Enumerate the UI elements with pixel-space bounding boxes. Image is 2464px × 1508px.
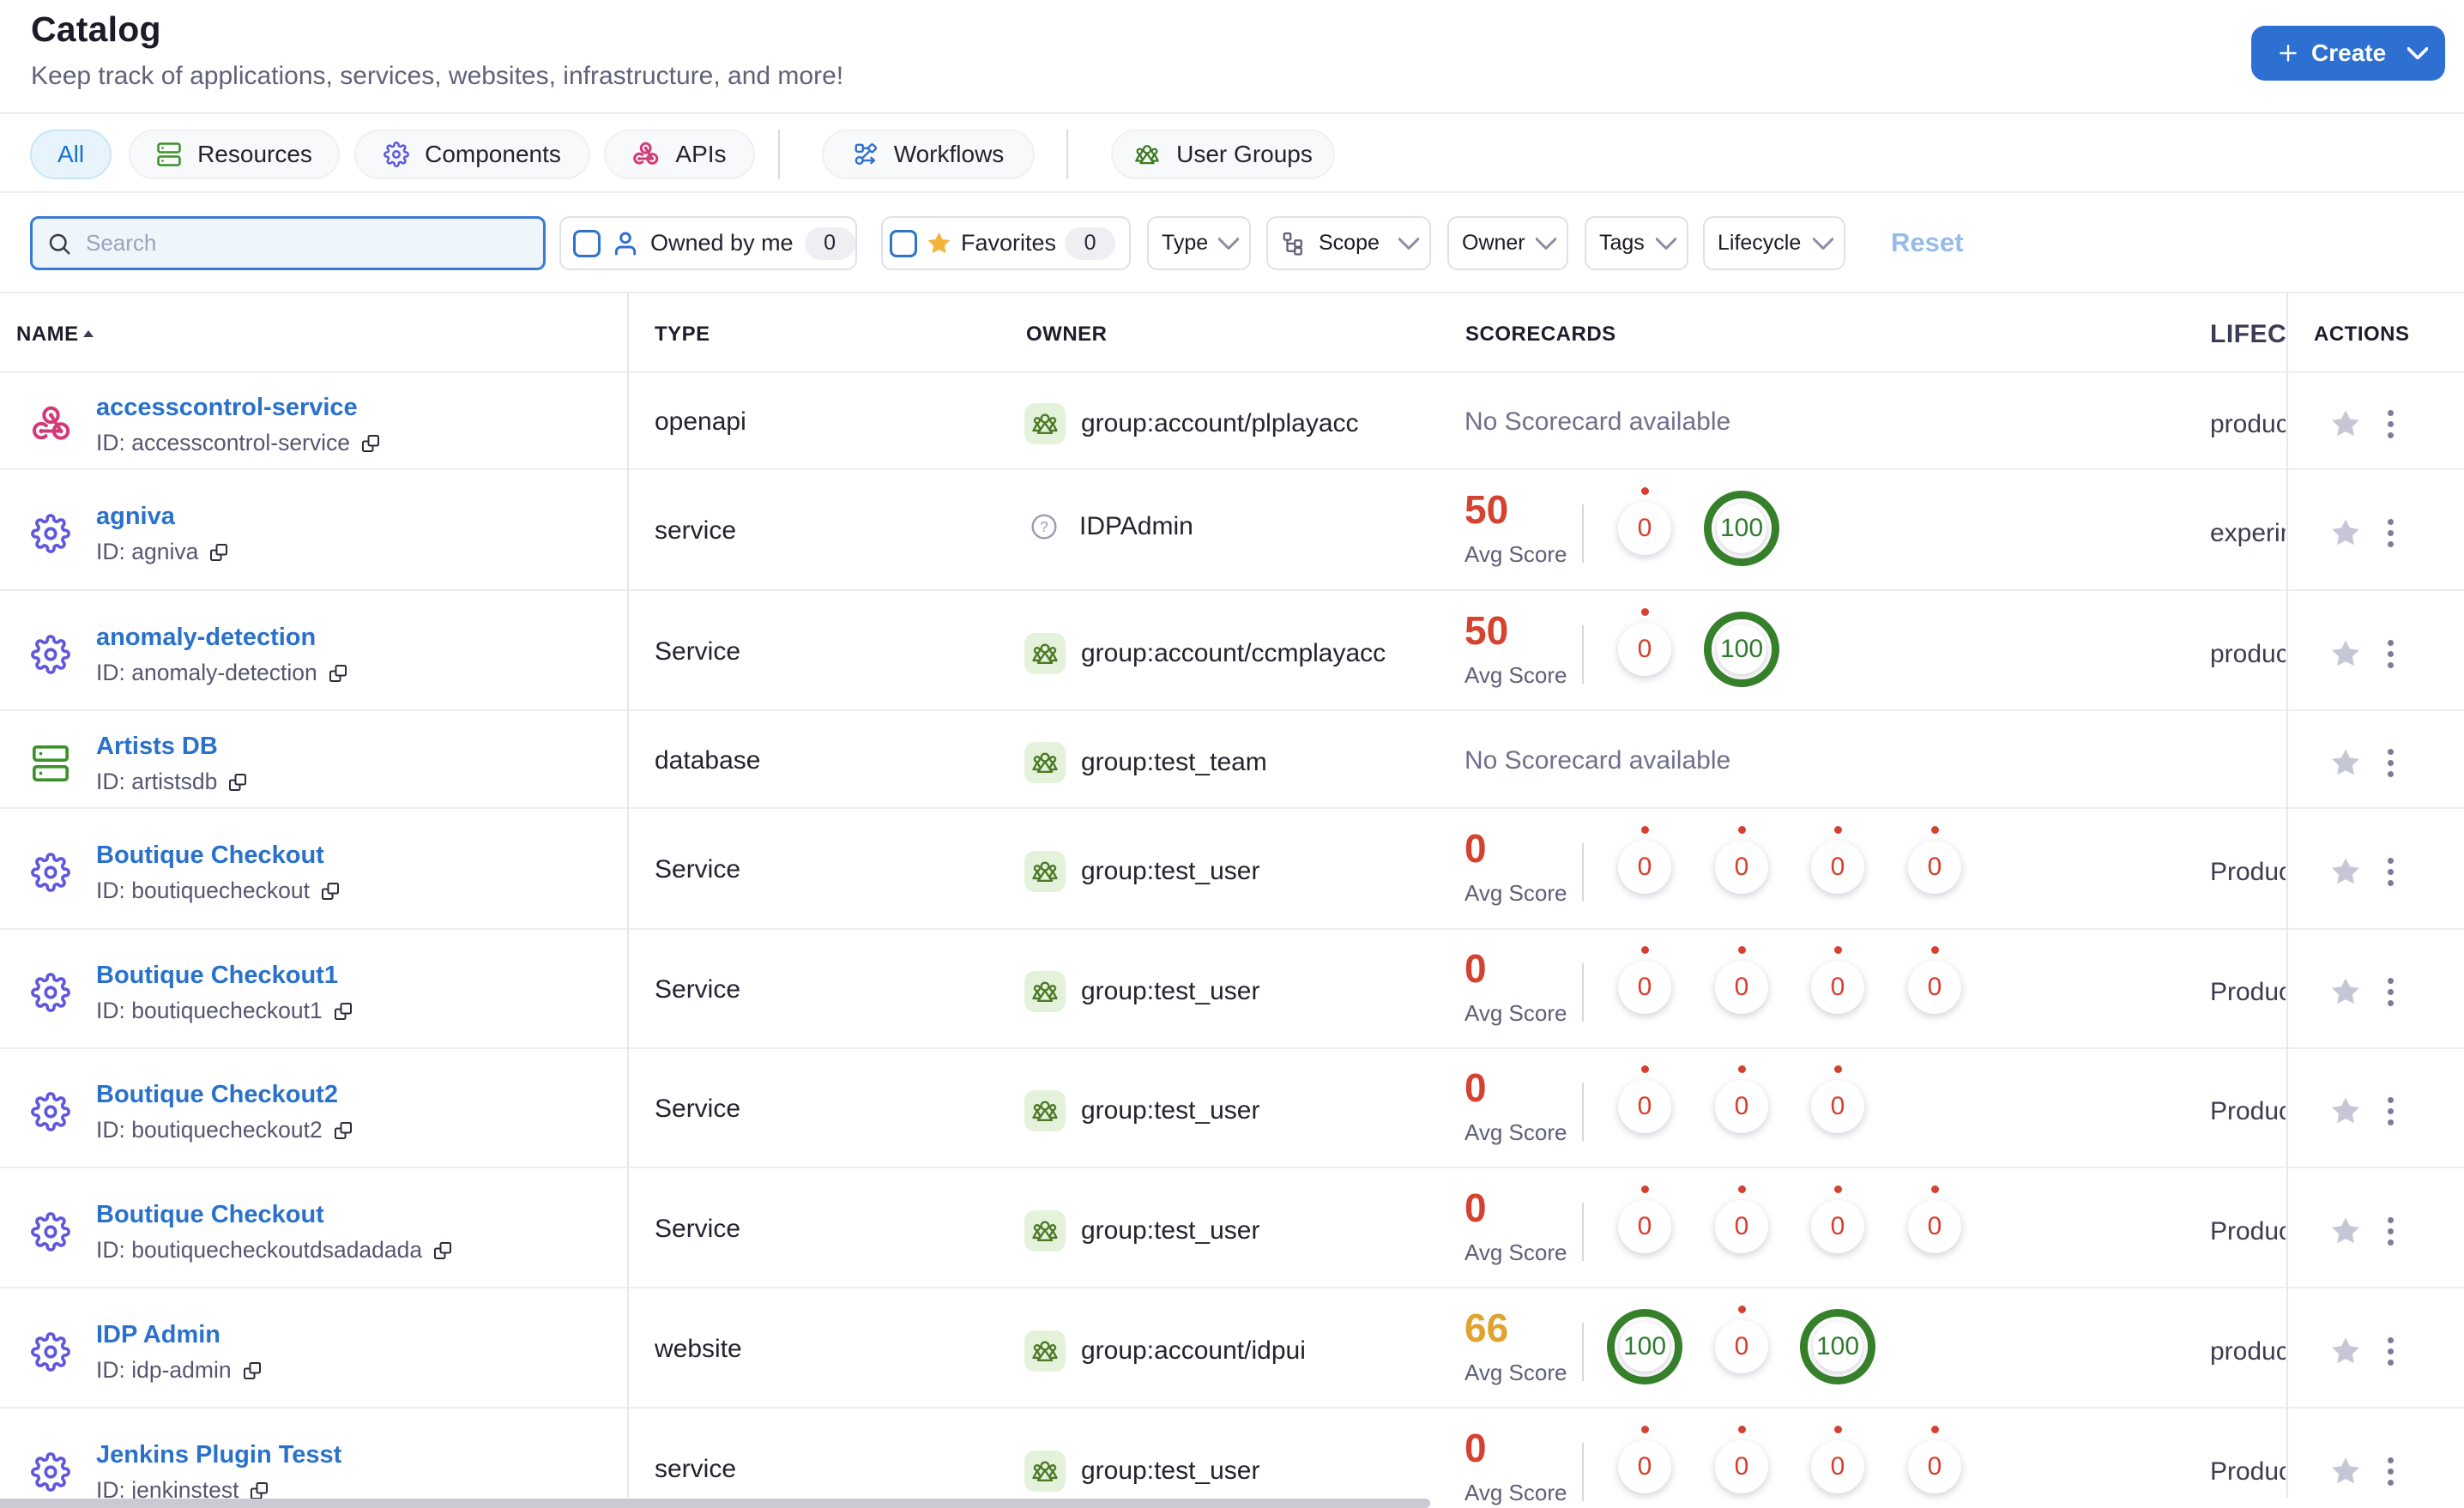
svg-text:?: ? — [1040, 518, 1048, 535]
